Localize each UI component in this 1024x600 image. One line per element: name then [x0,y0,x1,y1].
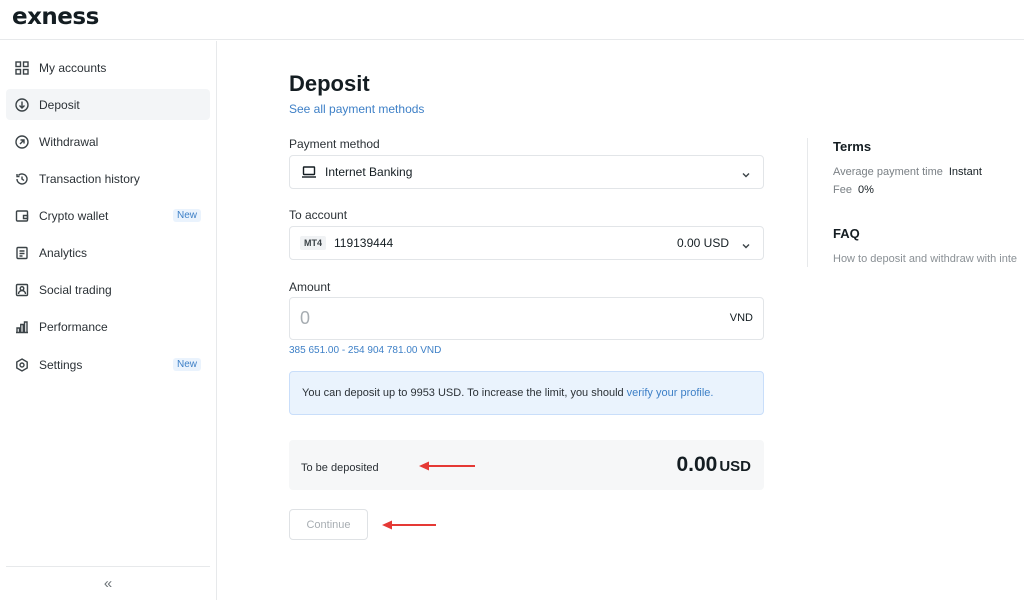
top-bar: exness [0,0,1024,40]
to-be-deposited-label: To be deposited [301,462,379,474]
sidebar-item-label: Deposit [39,97,80,112]
amount-currency: VND [729,312,753,324]
sidebar-item-label: Crypto wallet [39,208,109,223]
faq-link[interactable]: How to deposit and withdraw with inte [833,253,1017,265]
terms-heading: Terms [833,139,872,154]
payment-time-label: Average payment time [833,166,943,178]
deposit-limit-notice: You can deposit up to 9953 USD. To incre… [289,371,764,415]
sidebar-item-settings[interactable]: Settings New [6,349,210,380]
payment-method-value: Internet Banking [325,165,413,179]
sidebar-item-label: My accounts [39,60,107,75]
account-balance: 0.00 USD [676,236,729,250]
amount-label: Amount [289,280,331,294]
main-content: Deposit See all payment methods Payment … [218,41,1024,600]
new-badge: New [172,358,201,371]
payment-method-select[interactable]: Internet Banking [289,155,764,189]
payment-method-label: Payment method [289,137,380,151]
summary-currency: USD [719,458,751,475]
grid-icon [14,60,30,76]
fee-value: 0% [857,184,874,196]
collapse-sidebar-button[interactable]: « [6,566,210,600]
sidebar-item-label: Settings [39,357,83,372]
payment-time-value: Instant [948,166,982,178]
new-badge: New [172,209,201,222]
annotation-arrow [418,460,476,471]
vertical-divider [807,138,808,267]
fee-row: Fee 0% [833,184,874,196]
history-icon [14,171,30,187]
sidebar-item-label: Withdrawal [39,134,99,149]
annotation-arrow [381,519,437,530]
sidebar-item-analytics[interactable]: Analytics [6,237,210,268]
deposit-limit-text: You can deposit up to 9953 USD. To incre… [302,387,624,399]
account-number: 119139444 [334,236,394,250]
sidebar-item-social-trading[interactable]: Social trading [6,274,210,305]
sidebar-item-crypto-wallet[interactable]: Crypto wallet New [6,200,210,231]
chevron-down-icon [741,167,751,178]
fee-label: Fee [833,184,852,196]
sidebar-item-withdrawal[interactable]: Withdrawal [6,126,210,157]
sidebar-item-my-accounts[interactable]: My accounts [6,52,210,83]
to-be-deposited-amount: 0.00 USD [676,453,751,477]
sidebar-item-label: Analytics [39,245,88,260]
amount-input[interactable] [300,308,680,329]
page-title: Deposit [289,71,370,96]
continue-button[interactable]: Continue [289,509,368,540]
exness-logo[interactable]: exness [12,4,99,30]
to-account-select[interactable]: MT4 119139444 0.00 USD [289,226,764,260]
faq-heading: FAQ [833,226,860,241]
sidebar-item-label: Social trading [39,282,112,297]
double-chevron-left-icon: « [103,575,113,592]
chevron-down-icon [741,238,751,249]
sidebar-item-deposit[interactable]: Deposit [6,89,210,120]
document-icon [14,245,30,261]
sidebar: My accounts Deposit Withdrawal Transacti… [0,41,217,600]
arrow-down-circle-icon [14,97,30,113]
sidebar-item-transaction-history[interactable]: Transaction history [6,163,210,194]
arrow-up-right-circle-icon [14,134,30,150]
sidebar-item-label: Performance [39,319,108,334]
bar-chart-icon [14,319,30,335]
gear-icon [14,357,30,373]
amount-field[interactable]: VND [289,297,764,340]
social-trading-icon [14,282,30,298]
verify-profile-link[interactable]: verify your profile. [627,387,714,399]
wallet-icon [14,208,30,224]
laptop-icon [301,165,317,179]
to-account-label: To account [289,208,348,222]
sidebar-item-label: Transaction history [39,171,140,186]
see-all-payment-methods-link[interactable]: See all payment methods [289,102,424,116]
sidebar-item-performance[interactable]: Performance [6,311,210,342]
deposit-summary: To be deposited 0.00 USD [289,440,764,490]
summary-amount: 0.00 [676,453,718,476]
platform-badge: MT4 [300,236,326,250]
amount-range-hint: 385 651.00 - 254 904 781.00 VND [289,345,442,356]
payment-time-row: Average payment time Instant [833,166,982,178]
